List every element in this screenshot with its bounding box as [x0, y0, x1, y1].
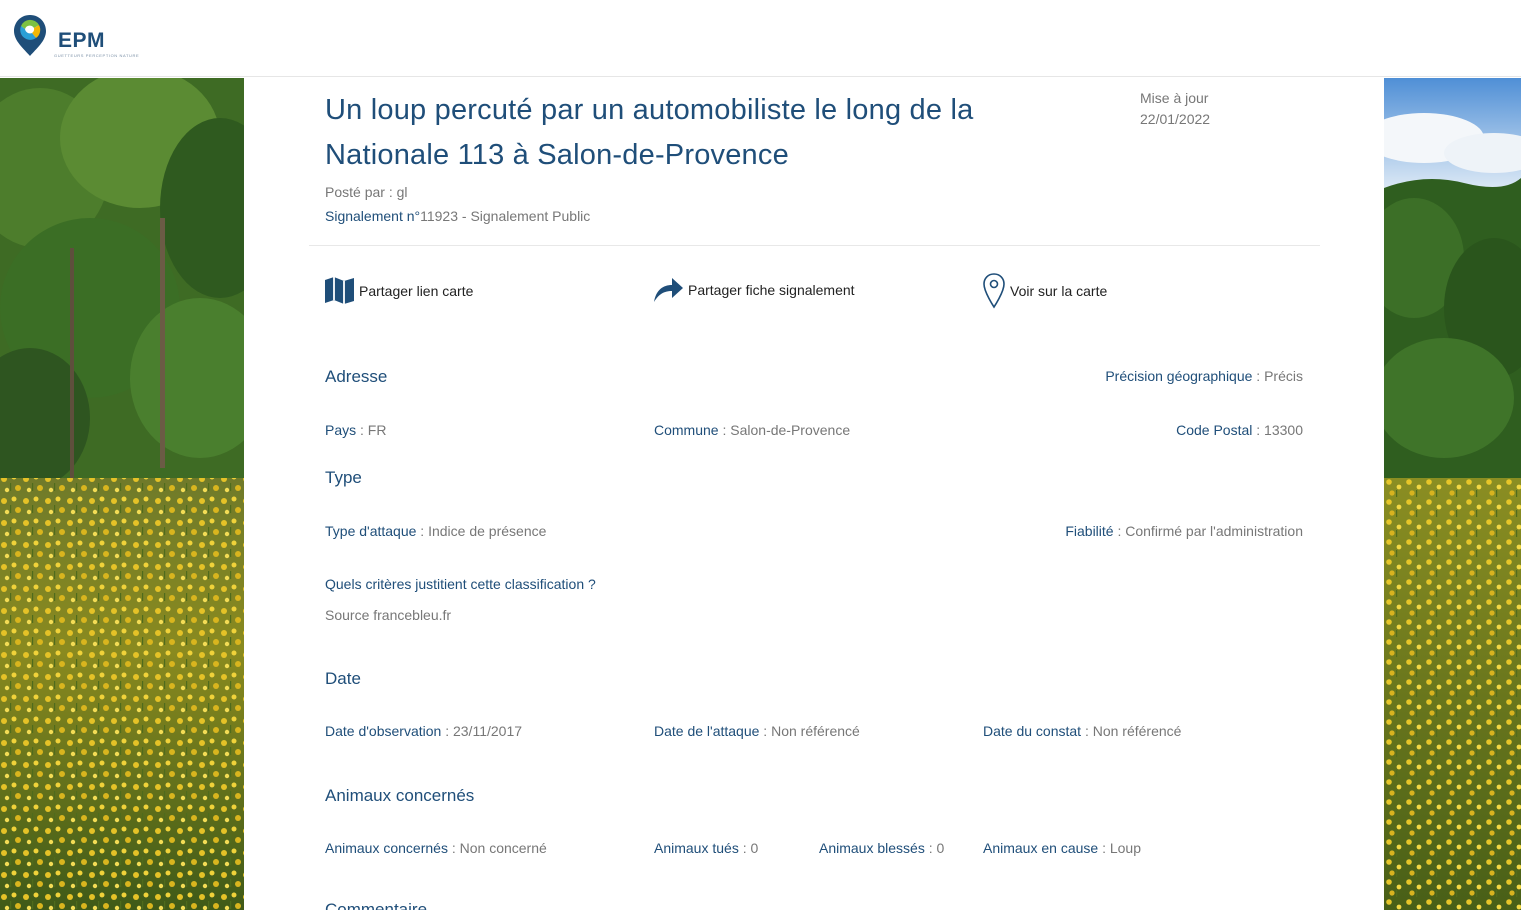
report-detail-panel: Un loup percuté par un automobiliste le … — [244, 78, 1384, 910]
criteria-question: Quels critères justitient cette classifi… — [325, 576, 596, 592]
commune-field: Commune : Salon-de-Provence — [654, 422, 850, 438]
attack-type-label: Type d'attaque — [325, 523, 417, 539]
view-on-map-label: Voir sur la carte — [1010, 283, 1108, 299]
update-date: 22/01/2022 — [1140, 111, 1211, 127]
header-divider — [309, 245, 1320, 246]
date-heading: Date — [325, 669, 361, 688]
signalement-info: Signalement n°11923 - Signalement Public — [325, 208, 590, 224]
country-field: Pays : FR — [325, 422, 386, 438]
logo-pin-icon — [14, 15, 46, 56]
attack-type-value: : Indice de présence — [416, 523, 547, 539]
attack-date-value: : Non référencé — [759, 723, 860, 739]
observation-date-label: Date d'observation — [325, 723, 442, 739]
animals-concerned-label: Animaux concernés — [325, 840, 448, 856]
observation-date-value: : 23/11/2017 — [441, 723, 523, 739]
attack-date-field: Date de l'attaque : Non référencé — [654, 723, 860, 739]
report-title: Un loup percuté par un automobiliste le … — [325, 94, 974, 171]
signalement-label: Signalement n° — [325, 208, 421, 224]
animals-injured-value: : 0 — [924, 840, 945, 856]
reliability-value: : Confirmé par l'administration — [1113, 523, 1303, 539]
animals-killed-field: Animaux tués : 0 — [654, 840, 758, 856]
share-arrow-icon — [654, 278, 683, 302]
posted-by: Posté par : gl — [325, 184, 408, 200]
animals-killed-label: Animaux tués — [654, 840, 739, 856]
finding-date-label: Date du constat — [983, 723, 1082, 739]
posted-by-label: Posté par : — [325, 184, 393, 200]
share-report-label: Partager fiche signalement — [688, 282, 855, 298]
view-on-map-button[interactable]: Voir sur la carte — [982, 272, 1107, 310]
share-map-label: Partager lien carte — [359, 282, 474, 299]
observation-date-field: Date d'observation : 23/11/2017 — [325, 723, 522, 739]
finding-date-value: : Non référencé — [1081, 723, 1182, 739]
attack-type-field: Type d'attaque : Indice de présence — [325, 523, 546, 539]
update-label: Mise à jour — [1140, 90, 1209, 106]
commune-label: Commune — [654, 422, 719, 438]
address-heading: Adresse — [325, 367, 388, 386]
commune-value: : Salon-de-Provence — [718, 422, 851, 438]
logo-tagline: GUETTEURS PERCEPTION NATURE — [54, 53, 140, 58]
geo-precision-value: : Précis — [1252, 368, 1303, 384]
animals-concerned-value: : Non concerné — [447, 840, 547, 856]
top-header: EPM GUETTEURS PERCEPTION NATURE — [0, 0, 1521, 77]
comment-heading: Commentaire — [325, 900, 428, 910]
criteria-answer: Source francebleu.fr — [325, 607, 452, 623]
animals-concerned-field: Animaux concernés : Non concerné — [325, 840, 547, 856]
postal-code-field: Code Postal : 13300 — [1176, 422, 1303, 438]
reliability-field: Fiabilité : Confirmé par l'administratio… — [1065, 523, 1303, 539]
animals-killed-value: : 0 — [738, 840, 759, 856]
animals-injured-label: Animaux blessés — [819, 840, 925, 856]
postal-code-value: : 13300 — [1252, 422, 1303, 438]
finding-date-field: Date du constat : Non référencé — [983, 723, 1181, 739]
postal-code-label: Code Postal — [1176, 422, 1253, 438]
attack-date-label: Date de l'attaque — [654, 723, 760, 739]
country-value: : FR — [356, 422, 387, 438]
map-icon — [325, 277, 354, 304]
animals-heading: Animaux concernés — [325, 786, 475, 805]
animals-cause-field: Animaux en cause : Loup — [983, 840, 1141, 856]
country-label: Pays — [325, 422, 357, 438]
type-heading: Type — [325, 468, 362, 487]
animals-cause-value: : Loup — [1098, 840, 1142, 856]
geo-precision-label: Précision géographique — [1105, 368, 1253, 384]
signalement-value: 11923 - Signalement Public — [420, 208, 591, 224]
posted-by-value: gl — [396, 184, 408, 200]
reliability-label: Fiabilité — [1065, 523, 1114, 539]
geo-precision: Précision géographique : Précis — [1105, 368, 1303, 384]
epm-logo[interactable]: EPM GUETTEURS PERCEPTION NATURE — [12, 13, 139, 59]
logo-text: EPM — [58, 29, 106, 52]
share-report-button[interactable]: Partager fiche signalement — [653, 276, 855, 304]
animals-injured-field: Animaux blessés : 0 — [819, 840, 944, 856]
location-pin-icon — [983, 273, 1005, 309]
share-map-link-button[interactable]: Partager lien carte — [324, 275, 473, 306]
left-background-image — [0, 78, 244, 910]
right-background-image — [1384, 78, 1521, 910]
animals-cause-label: Animaux en cause — [983, 840, 1099, 856]
